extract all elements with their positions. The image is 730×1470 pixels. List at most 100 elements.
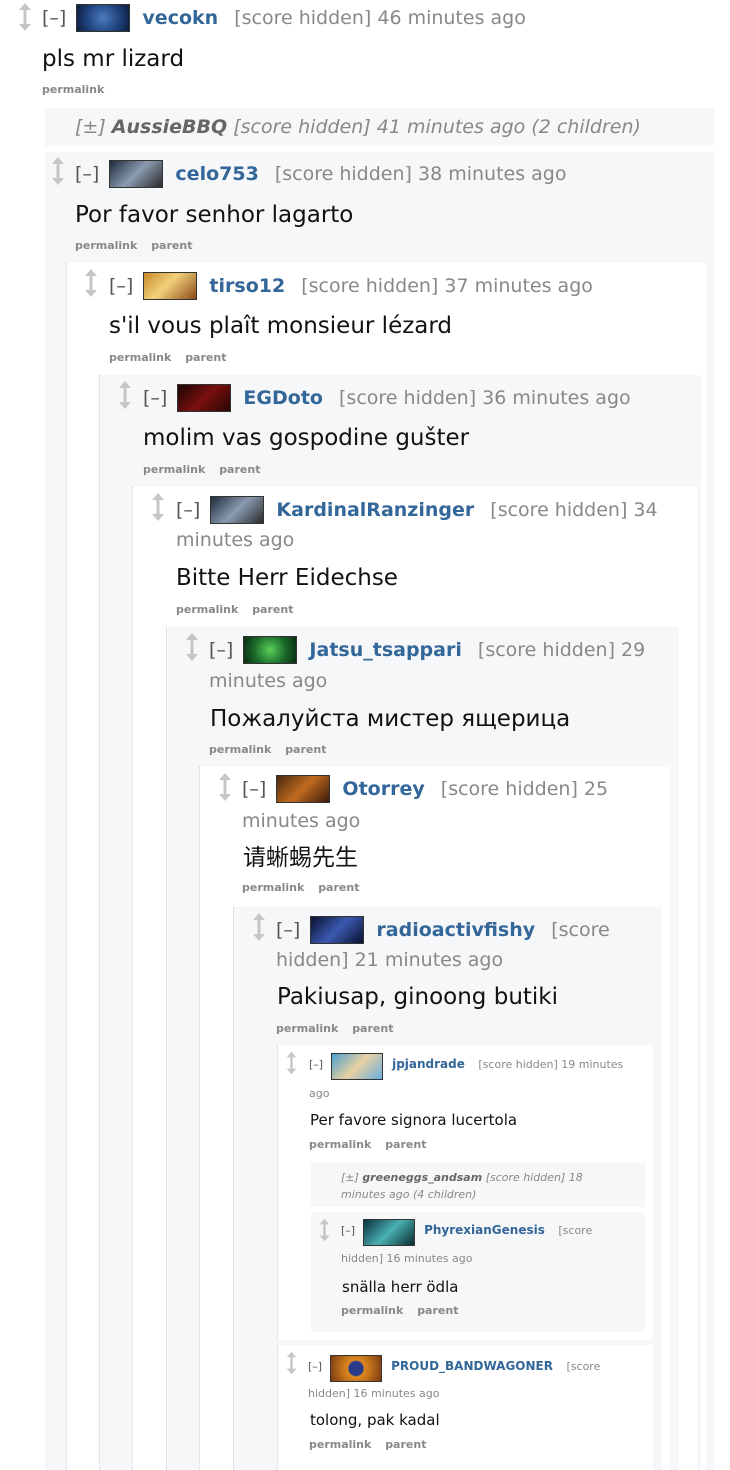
collapse-toggle[interactable]: [–] [42,7,66,29]
author-link[interactable]: PROUD_BANDWAGONER [391,1359,553,1373]
author-link[interactable]: vecokn [142,7,218,29]
comment-meta: [score [551,919,610,941]
permalink-link[interactable]: permalink [309,1438,371,1451]
comment-body: snälla herr ödla [342,1278,459,1296]
comment-meta-wrap: minutes ago (4 children) [341,1188,477,1201]
comment-body: s'il vous plaît monsieur lézard [109,313,453,339]
comment-aussiebbq-collapsed[interactable]: [±] AussieBBQ [score hidden] 41 minutes … [45,108,714,146]
author-link[interactable]: radioactivfishy [376,919,535,941]
author-link[interactable]: PhyrexianGenesis [424,1223,545,1237]
parent-link[interactable]: parent [318,881,359,894]
collapse-toggle[interactable]: [–] [276,919,300,941]
comment-meta-wrap: hidden] 16 minutes ago [341,1252,473,1265]
og-logo-avatar [243,636,298,664]
collapse-toggle[interactable]: [–] [209,639,233,661]
dota-logo-avatar [76,4,131,32]
permalink-link[interactable]: permalink [276,1022,338,1035]
permalink-link[interactable]: permalink [143,463,205,476]
parent-link[interactable]: parent [417,1304,458,1317]
comment-links: permalink parent [276,1022,403,1035]
collapse-toggle[interactable]: [–] [109,275,133,297]
author-link[interactable]: jpjandrade [392,1057,465,1071]
permalink-link[interactable]: permalink [42,83,104,96]
comment-body: Bitte Herr Eidechse [176,565,398,591]
comment-meta-wrap: minutes ago [209,670,328,692]
author-link[interactable]: greeneggs_andsam [362,1171,482,1184]
author-link[interactable]: EGDoto [243,387,323,409]
hero-avatar [109,160,164,188]
comment-links: permalink parent [75,239,202,252]
comment-links: permalink parent [242,881,369,894]
author-link[interactable]: tirso12 [209,275,285,297]
comment-meta-wrap: hidden] 16 minutes ago [308,1387,440,1400]
comment-meta: [score [558,1224,593,1237]
comment-body: Пожалуйста мистер ящерица [210,706,571,732]
comment-greeneggs-collapsed[interactable]: [±] greeneggs_andsam [score hidden] 18 m… [311,1163,645,1207]
vote-arrows-icon[interactable] [117,380,133,410]
collapse-toggle[interactable]: [–] [242,778,266,800]
parent-link[interactable]: parent [151,239,192,252]
comment-meta: [score hidden] 38 minutes ago [274,163,567,185]
hero-avatar [276,775,331,803]
collapse-toggle[interactable]: [–] [143,387,167,409]
expand-toggle[interactable]: [±] [341,1171,359,1184]
author-link[interactable]: AussieBBQ [112,116,227,138]
vote-arrows-icon[interactable] [17,2,33,32]
hero-avatar [177,384,232,412]
permalink-link[interactable]: permalink [341,1304,403,1317]
permalink-link[interactable]: permalink [309,1138,371,1151]
collapse-toggle[interactable]: [–] [308,1360,322,1373]
comment-meta: [score hidden] 29 [477,639,646,661]
vote-arrows-icon[interactable] [217,772,233,802]
parent-link[interactable]: parent [285,743,326,756]
parent-link[interactable]: parent [385,1438,426,1451]
comment-meta: [score hidden] 37 minutes ago [301,275,593,297]
author-link[interactable]: celo753 [175,163,258,185]
permalink-link[interactable]: permalink [109,351,171,364]
comment-links: permalink parent [341,1304,468,1317]
parent-link[interactable]: parent [219,463,260,476]
vote-arrows-icon[interactable] [251,912,267,942]
comment-body: pls mr lizard [42,46,185,72]
author-link[interactable]: Otorrey [342,778,424,800]
parent-link[interactable]: parent [352,1022,393,1035]
parent-link[interactable]: parent [185,351,226,364]
team-logo-avatar [329,1355,382,1382]
comment-meta: [score hidden] 19 minutes [478,1058,624,1071]
author-link[interactable]: Jatsu_tsappari [309,639,461,661]
comment-meta-wrap: hidden] 21 minutes ago [276,949,504,971]
vote-arrows-icon[interactable] [285,1051,298,1075]
vote-arrows-icon[interactable] [318,1218,331,1242]
comment-body: molim vas gospodine gušter [143,425,470,451]
collapse-toggle[interactable]: [–] [176,499,200,521]
comment-meta: [score hidden] 18 [485,1171,583,1184]
expand-toggle[interactable]: [±] [75,116,106,138]
comment-phyrexiangenesis: [–] PhyrexianGenesis [score hidden] 16 m… [311,1212,645,1332]
permalink-link[interactable]: permalink [176,603,238,616]
collapse-toggle[interactable]: [–] [309,1058,323,1071]
author-link[interactable]: KardinalRanzinger [276,499,474,521]
vote-arrows-icon[interactable] [50,156,66,186]
hero-avatar [362,1219,415,1246]
collapse-toggle[interactable]: [–] [75,163,99,185]
comment-meta: [score hidden] 25 [440,778,609,800]
parent-link[interactable]: parent [385,1138,426,1151]
vote-arrows-icon[interactable] [285,1351,298,1375]
comment-meta: [score hidden] 36 minutes ago [339,387,631,409]
comment-meta-wrap: minutes ago [176,529,295,551]
comment-meta: [score hidden] 46 minutes ago [234,7,526,29]
vote-arrows-icon[interactable] [184,632,200,662]
vote-arrows-icon[interactable] [150,492,166,522]
comment-meta: [score hidden] 41 minutes ago (2 childre… [233,116,641,138]
comment-meta: [score hidden] 34 [490,499,658,521]
permalink-link[interactable]: permalink [242,881,304,894]
comment-body: Per favore signora lucertola [310,1111,518,1129]
permalink-link[interactable]: permalink [75,239,137,252]
parent-link[interactable]: parent [252,603,293,616]
hero-avatar [210,496,265,524]
permalink-link[interactable]: permalink [209,743,271,756]
collapse-toggle[interactable]: [–] [341,1224,355,1237]
comment-body: 请蜥蜴先生 [243,845,358,871]
comment-links: permalink parent [309,1438,436,1451]
vote-arrows-icon[interactable] [83,268,99,298]
